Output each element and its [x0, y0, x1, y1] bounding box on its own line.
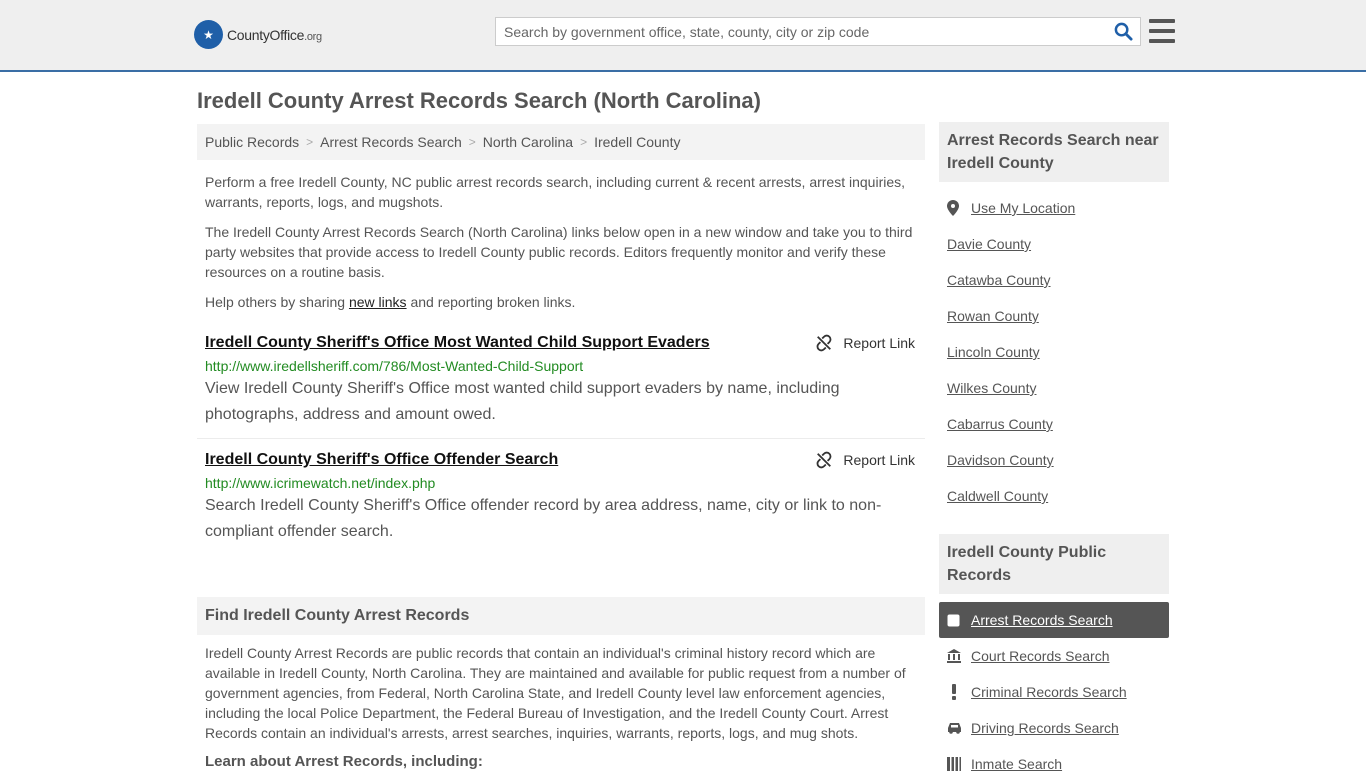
near-county-item[interactable]: Cabarrus County	[947, 406, 1161, 442]
near-county-link[interactable]: Davidson County	[947, 452, 1054, 468]
intro-paragraph: The Iredell County Arrest Records Search…	[205, 224, 913, 280]
public-record-link[interactable]: Driving Records Search	[971, 720, 1119, 736]
search-input[interactable]	[496, 18, 1106, 45]
public-record-item[interactable]: Court Records Search	[947, 638, 1161, 674]
share-paragraph: Help others by sharing new links and rep…	[205, 294, 576, 310]
public-record-item[interactable]: Driving Records Search	[947, 710, 1161, 746]
result-description: Search Iredell County Sheriff's Office o…	[205, 497, 882, 540]
near-county-link[interactable]: Cabarrus County	[947, 416, 1053, 432]
near-county-link[interactable]: Catawba County	[947, 272, 1051, 288]
use-location-item[interactable]: Use My Location	[947, 190, 1161, 226]
checkbox-icon	[947, 614, 971, 627]
logo-seal-icon: ★	[194, 20, 223, 49]
public-record-link[interactable]: Criminal Records Search	[971, 684, 1127, 700]
near-county-link[interactable]: Davie County	[947, 236, 1031, 252]
public-record-item[interactable]: Inmate Search	[947, 746, 1161, 782]
public-records-list: Court Records Search Criminal Records Se…	[939, 638, 1169, 782]
car-icon	[947, 722, 971, 734]
result-description: View Iredell County Sheriff's Office mos…	[205, 380, 840, 423]
public-record-link[interactable]: Court Records Search	[971, 648, 1110, 664]
site-logo[interactable]: ★ CountyOffice.org	[194, 20, 322, 49]
near-county-item[interactable]: Davidson County	[947, 442, 1161, 478]
inmate-icon	[947, 757, 971, 771]
near-county-link[interactable]: Wilkes County	[947, 380, 1036, 396]
broken-link-icon	[817, 451, 832, 469]
breadcrumb-arrest-records[interactable]: Arrest Records Search	[320, 134, 462, 150]
result-title-link[interactable]: Iredell County Sheriff's Office Offender…	[205, 449, 558, 471]
breadcrumb-public-records[interactable]: Public Records	[205, 134, 299, 150]
near-county-item[interactable]: Wilkes County	[947, 370, 1161, 406]
result-item: Iredell County Sheriff's Office Offender…	[197, 439, 925, 555]
result-title-link[interactable]: Iredell County Sheriff's Office Most Wan…	[205, 332, 710, 354]
new-links-link[interactable]: new links	[349, 294, 407, 310]
find-section-heading: Find Iredell County Arrest Records	[197, 597, 925, 635]
public-record-item[interactable]: Criminal Records Search	[947, 674, 1161, 710]
public-record-link[interactable]: Inmate Search	[971, 756, 1062, 772]
site-header: ★ CountyOffice.org	[0, 0, 1366, 72]
breadcrumb-state[interactable]: North Carolina	[483, 134, 573, 150]
site-search	[495, 17, 1141, 46]
search-button[interactable]	[1106, 18, 1140, 45]
exclamation-icon	[947, 684, 971, 700]
breadcrumb-separator-icon: >	[580, 135, 588, 149]
breadcrumb-separator-icon: >	[306, 135, 314, 149]
map-pin-icon	[947, 200, 971, 216]
breadcrumb: Public Records > Arrest Records Search >…	[197, 124, 925, 160]
public-records-heading: Iredell County Public Records	[939, 534, 1169, 594]
report-link-button[interactable]: Report Link	[815, 332, 915, 354]
hamburger-menu-icon[interactable]	[1149, 19, 1175, 43]
result-item: Iredell County Sheriff's Office Most Wan…	[197, 322, 925, 439]
find-section-text: Iredell County Arrest Records are public…	[205, 645, 906, 741]
result-url: http://www.iredellsheriff.com/786/Most-W…	[205, 358, 584, 374]
courthouse-icon	[947, 649, 971, 663]
learn-heading: Learn about Arrest Records, including:	[205, 753, 483, 770]
search-icon	[1114, 22, 1133, 41]
intro-paragraph: Perform a free Iredell County, NC public…	[205, 174, 906, 210]
broken-link-icon	[817, 334, 832, 352]
breadcrumb-county[interactable]: Iredell County	[594, 134, 680, 150]
near-county-link[interactable]: Lincoln County	[947, 344, 1040, 360]
breadcrumb-separator-icon: >	[468, 135, 476, 149]
active-arrest-records-item[interactable]: Arrest Records Search	[939, 602, 1169, 638]
near-county-item[interactable]: Rowan County	[947, 298, 1161, 334]
near-county-item[interactable]: Catawba County	[947, 262, 1161, 298]
report-link-button[interactable]: Report Link	[815, 449, 915, 471]
logo-text: CountyOffice.org	[227, 26, 322, 43]
near-list: Use My Location Davie County Catawba Cou…	[939, 182, 1169, 514]
arrest-records-link[interactable]: Arrest Records Search	[971, 612, 1113, 628]
intro-text: Perform a free Iredell County, NC public…	[197, 160, 925, 312]
near-county-link[interactable]: Rowan County	[947, 308, 1039, 324]
near-county-item[interactable]: Caldwell County	[947, 478, 1161, 514]
main-content: Public Records > Arrest Records Search >…	[197, 124, 925, 770]
near-county-link[interactable]: Caldwell County	[947, 488, 1048, 504]
near-county-item[interactable]: Lincoln County	[947, 334, 1161, 370]
near-heading: Arrest Records Search near Iredell Count…	[939, 122, 1169, 182]
sidebar: Arrest Records Search near Iredell Count…	[939, 122, 1169, 782]
use-location-link[interactable]: Use My Location	[971, 200, 1075, 216]
page-title: Iredell County Arrest Records Search (No…	[197, 88, 761, 113]
near-county-item[interactable]: Davie County	[947, 226, 1161, 262]
result-url: http://www.icrimewatch.net/index.php	[205, 475, 436, 491]
